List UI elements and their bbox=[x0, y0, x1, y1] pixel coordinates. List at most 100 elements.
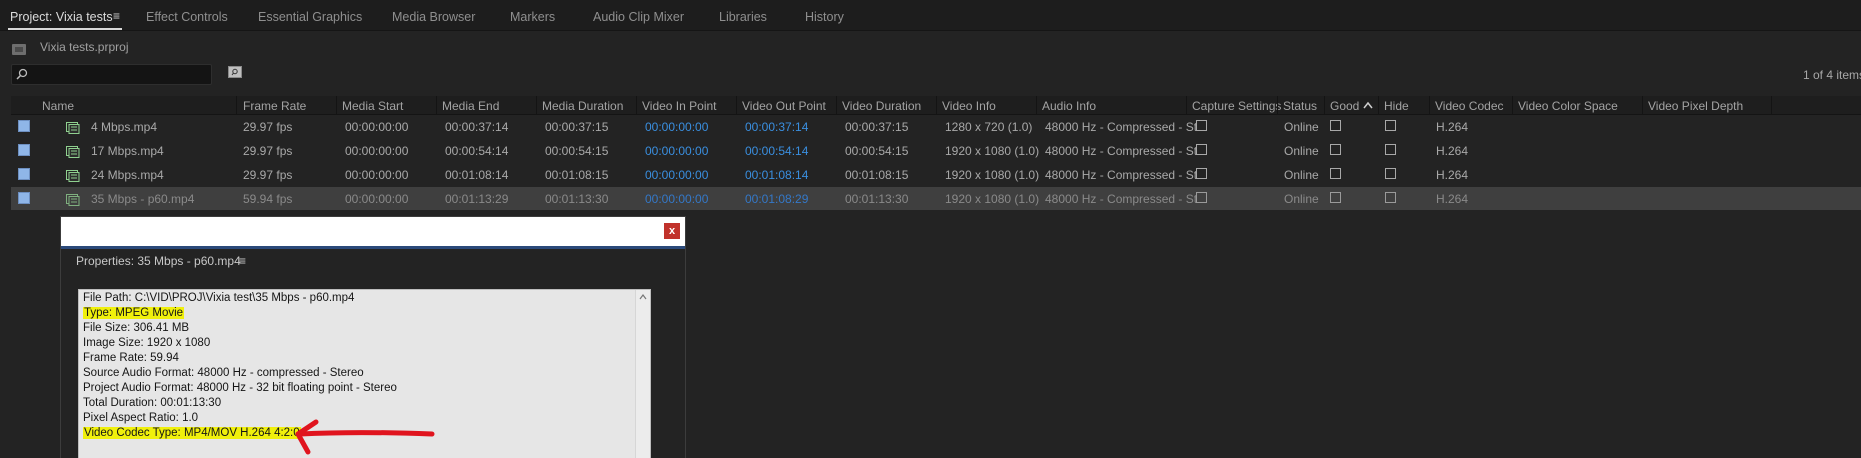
video-in-point[interactable]: 00:00:00:00 bbox=[645, 144, 708, 158]
property-line-highlighted: Type: MPEG Movie bbox=[83, 306, 185, 320]
column-divider[interactable] bbox=[1642, 96, 1643, 114]
clip-name[interactable]: 4 Mbps.mp4 bbox=[91, 120, 157, 134]
column-divider[interactable] bbox=[1186, 96, 1187, 114]
col-video-out-point[interactable]: Video Out Point bbox=[742, 99, 826, 113]
video-duration: 00:00:54:15 bbox=[845, 144, 909, 158]
col-media-end[interactable]: Media End bbox=[442, 99, 499, 113]
frame-rate: 29.97 fps bbox=[243, 168, 293, 182]
new-search-bin-icon[interactable] bbox=[228, 66, 242, 78]
hide-checkbox[interactable] bbox=[1385, 168, 1396, 179]
capture-settings-checkbox[interactable] bbox=[1196, 168, 1207, 179]
column-divider[interactable] bbox=[1429, 96, 1430, 114]
media-end: 00:00:54:14 bbox=[445, 144, 509, 158]
table-row[interactable]: 17 Mbps.mp4 29.97 fps 00:00:00:00 00:00:… bbox=[11, 139, 1861, 162]
column-divider[interactable] bbox=[436, 96, 437, 114]
video-info: 1920 x 1080 (1.0) bbox=[945, 192, 1040, 206]
tab-project[interactable]: Project: Vixia tests bbox=[10, 10, 113, 24]
column-divider[interactable] bbox=[336, 96, 337, 114]
col-audio-info[interactable]: Audio Info bbox=[1042, 99, 1096, 113]
good-checkbox[interactable] bbox=[1330, 192, 1341, 203]
col-video-info[interactable]: Video Info bbox=[942, 99, 996, 113]
column-divider[interactable] bbox=[236, 96, 237, 114]
video-out-point[interactable]: 00:00:37:14 bbox=[745, 120, 808, 134]
video-out-point[interactable]: 00:01:08:14 bbox=[745, 168, 808, 182]
col-frame-rate[interactable]: Frame Rate bbox=[243, 99, 306, 113]
capture-settings-checkbox[interactable] bbox=[1196, 120, 1207, 131]
capture-settings-checkbox[interactable] bbox=[1196, 144, 1207, 155]
label-color-swatch[interactable] bbox=[18, 168, 30, 180]
video-duration: 00:01:13:30 bbox=[845, 192, 909, 206]
good-checkbox[interactable] bbox=[1330, 120, 1341, 131]
column-divider[interactable] bbox=[836, 96, 837, 114]
media-end: 00:01:08:14 bbox=[445, 168, 509, 182]
hide-checkbox[interactable] bbox=[1385, 144, 1396, 155]
col-video-in-point[interactable]: Video In Point bbox=[642, 99, 717, 113]
column-divider[interactable] bbox=[1277, 96, 1278, 114]
tab-history[interactable]: History bbox=[805, 10, 844, 24]
clip-name[interactable]: 24 Mbps.mp4 bbox=[91, 168, 164, 182]
col-video-pixel-depth[interactable]: Video Pixel Depth bbox=[1648, 99, 1743, 113]
video-in-point[interactable]: 00:00:00:00 bbox=[645, 192, 708, 206]
label-color-swatch[interactable] bbox=[18, 120, 30, 132]
property-line: Frame Rate: 59.94 bbox=[83, 351, 179, 365]
panel-menu-icon[interactable]: ≡ bbox=[239, 254, 246, 268]
label-color-swatch[interactable] bbox=[18, 192, 30, 204]
panel-menu-icon[interactable]: ≡ bbox=[113, 9, 123, 23]
capture-settings-checkbox[interactable] bbox=[1196, 192, 1207, 203]
col-media-start[interactable]: Media Start bbox=[342, 99, 403, 113]
col-video-duration[interactable]: Video Duration bbox=[842, 99, 921, 113]
column-divider[interactable] bbox=[1512, 96, 1513, 114]
property-text: Pixel Aspect Ratio: 1.0 bbox=[83, 412, 199, 424]
column-divider[interactable] bbox=[736, 96, 737, 114]
col-capture-settings[interactable]: Capture Settings bbox=[1192, 99, 1281, 113]
col-video-color-space[interactable]: Video Color Space bbox=[1518, 99, 1618, 113]
search-input[interactable] bbox=[11, 64, 212, 85]
scroll-up-icon[interactable] bbox=[639, 294, 647, 300]
col-video-codec[interactable]: Video Codec bbox=[1435, 99, 1504, 113]
video-out-point[interactable]: 00:00:54:14 bbox=[745, 144, 808, 158]
tab-effect-controls[interactable]: Effect Controls bbox=[146, 10, 228, 24]
col-status[interactable]: Status bbox=[1283, 99, 1317, 113]
col-hide[interactable]: Hide bbox=[1384, 99, 1409, 113]
tab-audio-clip-mixer[interactable]: Audio Clip Mixer bbox=[593, 10, 684, 24]
label-color-swatch[interactable] bbox=[18, 144, 30, 156]
clip-name[interactable]: 17 Mbps.mp4 bbox=[91, 144, 164, 158]
column-divider[interactable] bbox=[1378, 96, 1379, 114]
col-media-duration[interactable]: Media Duration bbox=[542, 99, 623, 113]
good-checkbox[interactable] bbox=[1330, 144, 1341, 155]
column-divider[interactable] bbox=[1324, 96, 1325, 114]
tab-essential-graphics[interactable]: Essential Graphics bbox=[258, 10, 362, 24]
clip-name[interactable]: 35 Mbps - p60.mp4 bbox=[91, 192, 194, 206]
scrollbar[interactable] bbox=[635, 290, 650, 458]
media-start: 00:00:00:00 bbox=[345, 168, 409, 182]
column-divider[interactable] bbox=[1036, 96, 1037, 114]
table-row[interactable]: 4 Mbps.mp4 29.97 fps 00:00:00:00 00:00:3… bbox=[11, 115, 1861, 138]
hide-checkbox[interactable] bbox=[1385, 192, 1396, 203]
dialog-title-bar[interactable] bbox=[61, 217, 685, 246]
table-row-selected[interactable]: 35 Mbps - p60.mp4 59.94 fps 00:00:00:00 … bbox=[11, 187, 1861, 210]
hide-checkbox[interactable] bbox=[1385, 120, 1396, 131]
video-duration: 00:01:08:15 bbox=[845, 168, 909, 182]
video-info: 1920 x 1080 (1.0) bbox=[945, 144, 1040, 158]
properties-text-box[interactable]: File Path: C:\VID\PROJ\Vixia test\35 Mbp… bbox=[78, 289, 651, 458]
video-duration: 00:00:37:15 bbox=[845, 120, 909, 134]
tab-libraries[interactable]: Libraries bbox=[719, 10, 767, 24]
sort-ascending-icon[interactable] bbox=[1363, 101, 1373, 109]
property-text: Frame Rate: 59.94 bbox=[83, 352, 179, 364]
panel-tab-bar: Project: Vixia tests ≡ Effect Controls E… bbox=[0, 0, 1861, 31]
media-start: 00:00:00:00 bbox=[345, 144, 409, 158]
video-in-point[interactable]: 00:00:00:00 bbox=[645, 120, 708, 134]
table-row[interactable]: 24 Mbps.mp4 29.97 fps 00:00:00:00 00:01:… bbox=[11, 163, 1861, 186]
col-good[interactable]: Good bbox=[1330, 99, 1359, 113]
column-divider[interactable] bbox=[636, 96, 637, 114]
col-name[interactable]: Name bbox=[42, 99, 74, 113]
video-out-point[interactable]: 00:01:08:29 bbox=[745, 192, 808, 206]
column-divider[interactable] bbox=[936, 96, 937, 114]
column-divider[interactable] bbox=[536, 96, 537, 114]
column-divider[interactable] bbox=[1771, 96, 1772, 114]
tab-media-browser[interactable]: Media Browser bbox=[392, 10, 475, 24]
tab-markers[interactable]: Markers bbox=[510, 10, 555, 24]
good-checkbox[interactable] bbox=[1330, 168, 1341, 179]
video-in-point[interactable]: 00:00:00:00 bbox=[645, 168, 708, 182]
close-button[interactable]: x bbox=[664, 223, 680, 239]
